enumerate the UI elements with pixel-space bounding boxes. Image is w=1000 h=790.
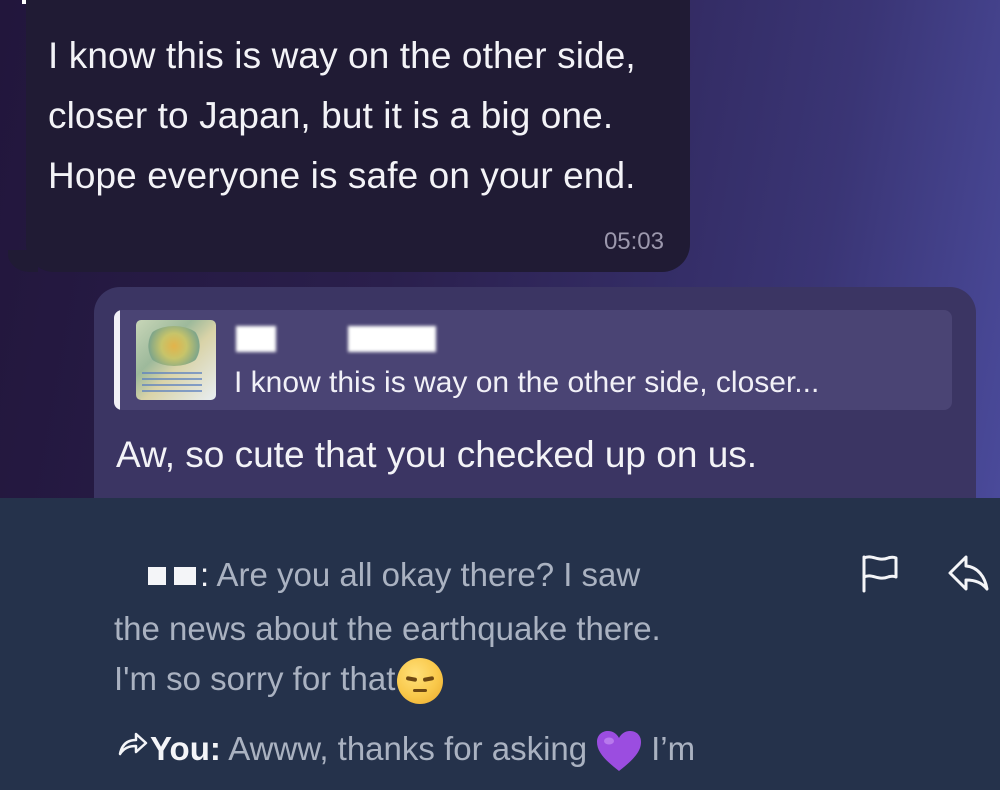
- notification-reply-line: You: Awww, thanks for asking I’m: [114, 724, 695, 774]
- forward-arrow-icon: [118, 732, 148, 756]
- notification-text-line-1: Are you all okay there? I saw: [216, 556, 641, 593]
- reply-quote[interactable]: I know this is way on the other side, cl…: [114, 310, 952, 410]
- thumbnail-text-lines: [142, 372, 202, 394]
- reply-accent-bar: [114, 310, 120, 410]
- share-icon[interactable]: [946, 553, 990, 593]
- notification-text-line-3: I'm so sorry for that: [114, 660, 396, 697]
- reply-preview-text: I know this is way on the other side, cl…: [234, 366, 820, 399]
- notification-panel[interactable]: : Are you all okay there? I saw the news…: [0, 498, 1000, 790]
- outgoing-message-text: Aw, so cute that you checked up on us.: [116, 434, 758, 475]
- map-graphic: [144, 326, 204, 366]
- redaction-block: [236, 326, 276, 352]
- bubble-tail: [8, 250, 38, 272]
- flag-icon[interactable]: [858, 553, 902, 593]
- chat-area: I know this is way on the other side, cl…: [0, 0, 1000, 498]
- sender-colon: :: [200, 556, 210, 593]
- redaction-block: [348, 326, 436, 352]
- purple-heart-emoji: [597, 731, 642, 772]
- reply-image-thumbnail: [136, 320, 216, 400]
- redacted-sender: [114, 562, 198, 592]
- reply-author-label: You:: [150, 730, 221, 767]
- message-timestamp: 05:03: [603, 228, 664, 255]
- notification-line-1: : Are you all okay there? I saw: [114, 550, 640, 600]
- redacted-sender-name: [236, 326, 466, 356]
- notification-line-3: I'm so sorry for that: [114, 654, 444, 705]
- notification-line-2: the news about the earthquake there.: [114, 610, 661, 647]
- incoming-message-text: I know this is way on the other side, cl…: [48, 35, 636, 196]
- incoming-message-bubble[interactable]: I know this is way on the other side, cl…: [8, 0, 690, 272]
- reply-text: Awww, thanks for asking: [228, 730, 588, 767]
- sad-face-emoji: [397, 658, 444, 705]
- reply-text-tail: I’m: [651, 730, 696, 767]
- outgoing-message-bubble[interactable]: I know this is way on the other side, cl…: [94, 287, 976, 498]
